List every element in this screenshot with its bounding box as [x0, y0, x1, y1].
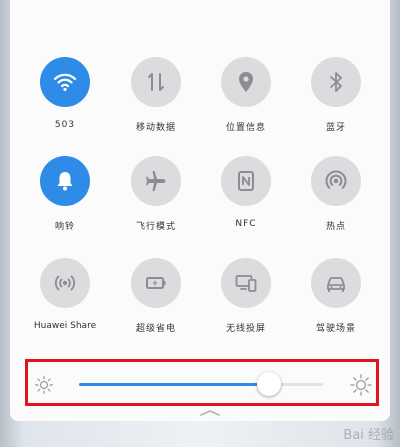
- wifi-icon: [53, 73, 77, 92]
- bluetooth-toggle[interactable]: [311, 57, 361, 107]
- tile-label: NFC: [235, 219, 257, 229]
- nfc-toggle[interactable]: [221, 156, 271, 206]
- tile-huawei-share[interactable]: Huawei Share: [20, 258, 110, 331]
- tile-wifi[interactable]: 503: [20, 57, 110, 130]
- tile-bluetooth[interactable]: 蓝牙: [291, 57, 381, 133]
- tile-label: 位置信息: [225, 123, 266, 133]
- watermark: Bai 经验: [343, 428, 394, 443]
- location-pin-icon: [239, 72, 253, 92]
- tile-label: 超级省电: [135, 324, 176, 334]
- quick-settings-panel: 503 移动数据 位置信息 蓝牙 响铃 飞行模式 NFC 热点 Huawei S…: [10, 0, 390, 421]
- brightness-low-icon: [34, 375, 54, 395]
- tile-mobile-data[interactable]: 移动数据: [111, 57, 201, 133]
- tile-label: 驾驶场景: [315, 324, 356, 334]
- battery-saver-icon: [146, 277, 166, 289]
- tile-location[interactable]: 位置信息: [201, 57, 291, 133]
- ring-toggle[interactable]: [40, 156, 90, 206]
- tile-battery-saver[interactable]: 超级省电: [111, 258, 201, 334]
- mobile-data-icon: [148, 73, 164, 91]
- hotspot-icon: [325, 170, 347, 189]
- brightness-slider-fill: [79, 383, 270, 386]
- wireless-projection-icon: [235, 275, 257, 292]
- tile-label: 503: [54, 120, 76, 130]
- airplane-icon: [146, 171, 166, 191]
- tile-hotspot[interactable]: 热点: [291, 156, 381, 232]
- tile-label: 无线投屏: [225, 324, 266, 334]
- chevron-up-icon[interactable]: [200, 410, 220, 416]
- tile-wireless-projection[interactable]: 无线投屏: [201, 258, 291, 334]
- tile-label: 蓝牙: [325, 123, 346, 133]
- brightness-slider-thumb[interactable]: [257, 372, 282, 396]
- huawei-share-icon: [54, 275, 76, 291]
- location-toggle[interactable]: [221, 57, 271, 107]
- airplane-toggle[interactable]: [131, 156, 181, 206]
- tile-label: 响铃: [54, 222, 75, 232]
- tile-ring[interactable]: 响铃: [20, 156, 110, 232]
- battery-saver-toggle[interactable]: [131, 258, 181, 308]
- huawei-share-toggle[interactable]: [40, 258, 90, 308]
- brightness-high-icon: [350, 374, 372, 396]
- nfc-icon: [238, 171, 254, 191]
- brightness-control: [25, 359, 379, 406]
- bell-icon: [57, 172, 73, 191]
- brightness-slider[interactable]: [79, 372, 323, 396]
- tile-nfc[interactable]: NFC: [201, 156, 291, 229]
- tile-airplane[interactable]: 飞行模式: [111, 156, 201, 232]
- tile-label: 移动数据: [135, 123, 176, 133]
- hotspot-toggle[interactable]: [311, 156, 361, 206]
- tile-label: 热点: [325, 222, 346, 232]
- wifi-toggle[interactable]: [40, 57, 90, 107]
- bluetooth-icon: [330, 72, 342, 92]
- tile-label: Huawei Share: [33, 321, 97, 331]
- driving-mode-toggle[interactable]: [311, 258, 361, 308]
- tile-label: 飞行模式: [135, 222, 176, 232]
- car-icon: [327, 277, 345, 292]
- wireless-projection-toggle[interactable]: [221, 258, 271, 308]
- tile-driving-mode[interactable]: 驾驶场景: [291, 258, 381, 334]
- mobile-data-toggle[interactable]: [131, 57, 181, 107]
